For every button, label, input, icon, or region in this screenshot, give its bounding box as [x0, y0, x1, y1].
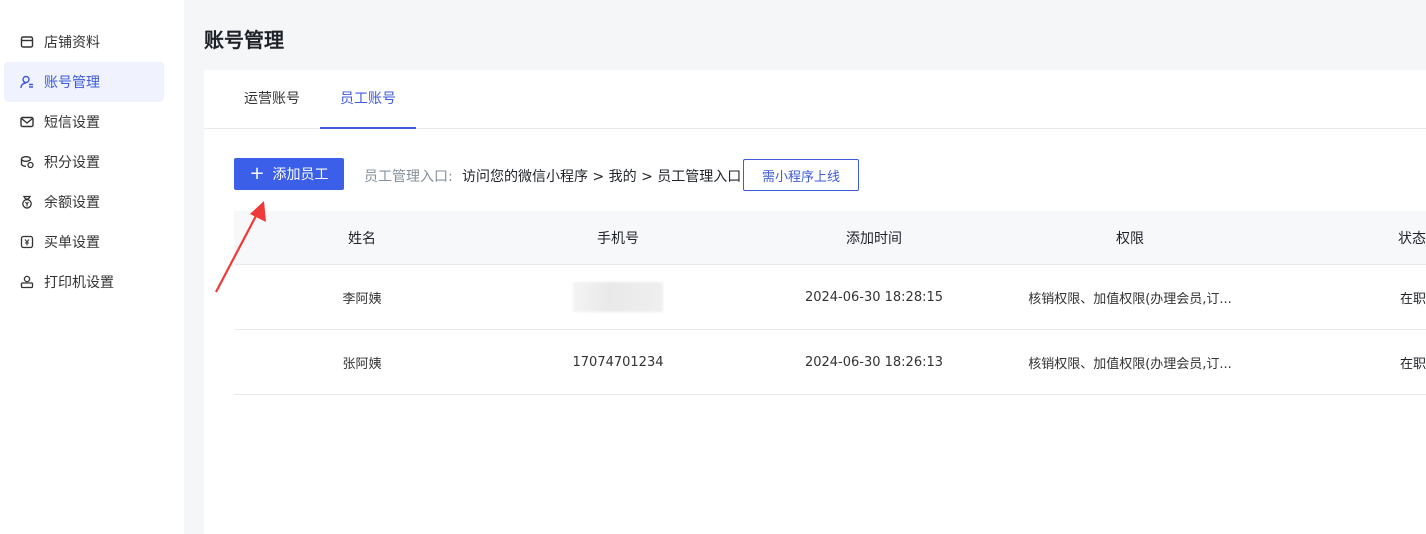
cell-time: 2024-06-30 18:26:13 — [804, 354, 944, 370]
sidebar-item-label: 积分设置 — [44, 155, 100, 171]
sidebar-item-label: 打印机设置 — [44, 275, 114, 291]
sidebar-item-store-info[interactable]: 店铺资料 — [4, 22, 164, 62]
tab-staff-account[interactable]: 员工账号 — [320, 70, 416, 129]
add-staff-label: 添加员工 — [272, 167, 329, 183]
sidebar-item-payment[interactable]: 买单设置 — [4, 222, 164, 262]
page-title: 账号管理 — [204, 28, 284, 52]
sidebar-item-sms[interactable]: 短信设置 — [4, 102, 164, 142]
tab-operations-account[interactable]: 运营账号 — [232, 70, 312, 129]
tab-bar: 运营账号 员工账号 — [204, 70, 1426, 129]
plus-icon: + — [249, 163, 265, 184]
cell-status: 在职 — [1399, 291, 1426, 307]
sidebar-item-label: 买单设置 — [44, 235, 100, 251]
header-status: 状态 — [1398, 230, 1426, 247]
cell-name: 李阿姨 — [342, 291, 382, 307]
printer-icon — [20, 275, 34, 289]
cell-phone — [490, 282, 746, 312]
table-row[interactable]: 张阿姨 17074701234 2024-06-30 18:26:13 核销权限… — [234, 330, 1426, 395]
user-account-icon — [20, 75, 34, 89]
staff-table: 姓名 手机号 添加时间 权限 状态 李阿姨 2024-06-30 18:28:1… — [234, 211, 1426, 395]
sidebar-item-label: 短信设置 — [44, 115, 100, 131]
table-row[interactable]: 李阿姨 2024-06-30 18:28:15 核销权限、加值权限(办理会员,订… — [234, 265, 1426, 330]
cell-status: 在职 — [1399, 356, 1426, 372]
sidebar-item-label: 店铺资料 — [44, 35, 100, 51]
cell-time: 2024-06-30 18:28:15 — [804, 289, 944, 305]
entry-path: 访问您的微信小程序 > 我的 > 员工管理入口 — [462, 169, 742, 185]
mini-program-online-button[interactable]: 需小程序上线 — [743, 159, 859, 191]
cell-permission: 核销权限、加值权限(办理会员,订... — [1028, 291, 1232, 307]
add-staff-button[interactable]: + 添加员工 — [234, 158, 344, 190]
cell-permission: 核销权限、加值权限(办理会员,订... — [1028, 356, 1232, 372]
sidebar: 店铺资料 账号管理 短信设置 积分设置 余额设置 买单设置 打印机设置 — [0, 0, 184, 534]
cell-name: 张阿姨 — [342, 356, 382, 372]
sidebar-item-points[interactable]: 积分设置 — [4, 142, 164, 182]
header-phone: 手机号 — [597, 230, 639, 247]
red-arrow-annotation — [215, 201, 266, 293]
sidebar-item-account[interactable]: 账号管理 — [4, 62, 164, 102]
table-header: 姓名 手机号 添加时间 权限 状态 — [234, 211, 1426, 265]
points-icon — [20, 155, 34, 169]
entry-label: 员工管理入口: — [364, 169, 453, 185]
sidebar-item-printer[interactable]: 打印机设置 — [4, 262, 164, 302]
balance-icon — [20, 195, 34, 209]
cell-phone: 17074701234 — [572, 354, 664, 370]
sidebar-item-label: 账号管理 — [44, 75, 100, 91]
header-permission: 权限 — [1116, 230, 1144, 247]
mail-icon — [20, 115, 34, 129]
header-added-time: 添加时间 — [846, 230, 902, 247]
payment-icon — [20, 235, 34, 249]
header-name: 姓名 — [348, 230, 376, 247]
redacted-phone — [573, 282, 663, 312]
store-icon — [20, 35, 34, 49]
sidebar-item-label: 余额设置 — [44, 195, 100, 211]
content-card: 运营账号 员工账号 + 添加员工 员工管理入口: 访问您的微信小程序 > 我的 … — [204, 70, 1426, 534]
sidebar-item-balance[interactable]: 余额设置 — [4, 182, 164, 222]
